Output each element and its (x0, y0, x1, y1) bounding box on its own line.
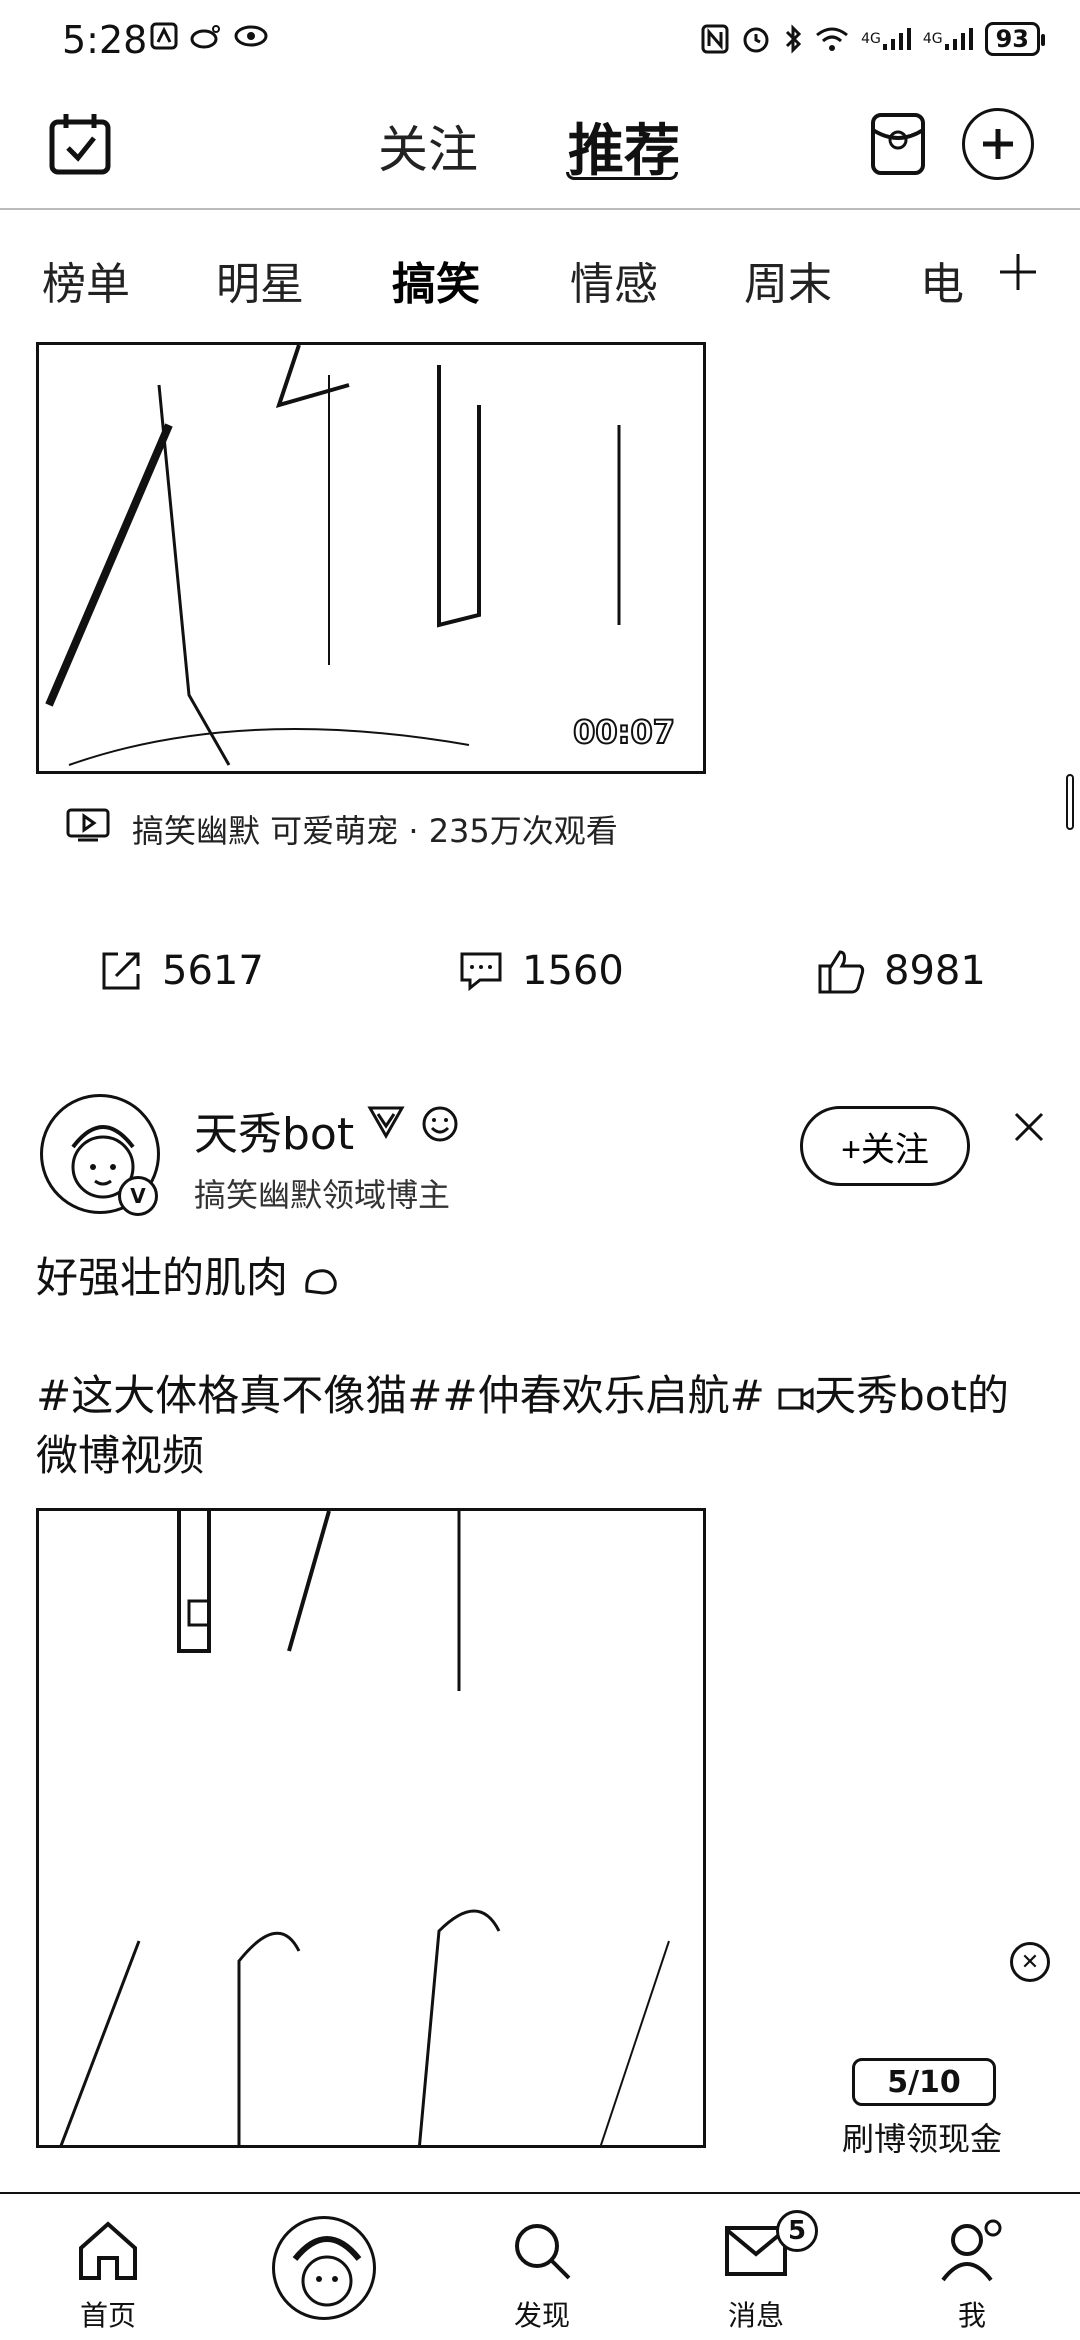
video-camera-icon (778, 1386, 814, 1411)
post-hashtags[interactable]: #这大体格真不像猫##仲春欢乐启航# (36, 1371, 778, 1420)
channel-strip: 榜单 明星 搞笑 情感 周末 电 (0, 240, 1080, 320)
nfc-icon (701, 24, 729, 54)
video-meta-row: 搞笑幽默 可爱萌宠 · 235万次观看 (66, 806, 618, 852)
user-badges (366, 1104, 460, 1144)
vip-badge-icon (367, 1106, 405, 1140)
active-tab-indicator (566, 172, 678, 180)
post-text: 好强壮的肌肉 (36, 1244, 341, 1305)
nav-discover-label: 发现 (513, 2299, 570, 2332)
reward-progress[interactable]: 5/10 (852, 2058, 996, 2106)
nav-discover[interactable]: 发现 (482, 2208, 602, 2334)
share-icon (102, 952, 140, 990)
video-player-2[interactable] (36, 1508, 706, 2148)
follow-button[interactable]: +关注 (800, 1106, 970, 1186)
like-count: 8981 (884, 948, 986, 994)
tab-follow[interactable]: 关注 (378, 110, 478, 182)
weibo-notification-icon (190, 23, 222, 49)
video-player-1[interactable]: 00:07 (36, 342, 706, 774)
channel-weekend[interactable]: 周末 (744, 248, 832, 312)
top-nav: 关注 推荐 (0, 90, 1080, 210)
post1-actions: 5617 1560 8981 (0, 940, 1080, 1010)
video-thumbnail-1 (45, 345, 621, 766)
cartoon-avatar-icon (292, 2236, 362, 2307)
reward-label[interactable]: 刷博领现金 (842, 2114, 1002, 2160)
signal-1-icon: 4G (861, 26, 911, 52)
search-icon (482, 2208, 602, 2294)
bluetooth-icon (783, 24, 803, 54)
scrollbar[interactable] (1066, 774, 1074, 830)
emoji-badge-icon (422, 1106, 458, 1142)
channel-emotion[interactable]: 情感 (570, 248, 658, 312)
share-button[interactable]: 5617 (98, 948, 264, 994)
channel-ranking[interactable]: 榜单 (42, 248, 130, 312)
comment-count: 1560 (522, 948, 624, 994)
user-description: 搞笑幽默领域博主 (194, 1176, 451, 1214)
wifi-icon (815, 25, 849, 53)
like-button[interactable]: 8981 (818, 948, 986, 994)
network-type-label: 4G (861, 31, 881, 47)
nav-messages-label: 消息 (727, 2299, 784, 2332)
video-thumbnail-2 (59, 1511, 670, 2145)
post-tags: #这大体格真不像猫##仲春欢乐启航# 天秀bot的微博视频 (36, 1366, 1036, 1486)
status-left-icons (150, 22, 268, 50)
video-play-icon (66, 808, 110, 850)
bottom-nav: 首页 发现 消息 5 我 (0, 2192, 1080, 2340)
calendar-icon[interactable] (46, 110, 114, 178)
close-icon[interactable] (1010, 1108, 1048, 1146)
nav-me[interactable]: 我 (912, 2208, 1032, 2334)
messages-badge: 5 (776, 2210, 818, 2252)
nav-me-label: 我 (957, 2299, 986, 2332)
video-duration: 00:07 (572, 712, 676, 752)
post-text-content: 好强壮的肌肉 (36, 1253, 289, 1302)
muscle-emoji-icon (305, 1268, 338, 1295)
reward-close-icon[interactable]: ✕ (1010, 1942, 1050, 1982)
video-meta-text: 搞笑幽默 可爱萌宠 · 235万次观看 (132, 812, 618, 850)
eye-icon (234, 24, 268, 48)
alarm-icon (741, 24, 771, 54)
thumbs-up-icon (818, 950, 865, 994)
channel-more[interactable]: 电 (920, 248, 964, 312)
channel-stars[interactable]: 明星 (216, 248, 304, 312)
app-notification-icon (150, 22, 178, 50)
home-icon (48, 2208, 168, 2294)
add-channel-icon[interactable] (996, 250, 1040, 294)
comment-button[interactable]: 1560 (458, 948, 624, 994)
nav-home-label: 首页 (79, 2299, 136, 2332)
verified-badge-icon: V (118, 1176, 158, 1216)
person-icon (912, 2208, 1032, 2294)
nav-video-avatar[interactable] (272, 2216, 376, 2320)
status-right-icons: 4G 4G 93 (701, 22, 1046, 56)
nav-home[interactable]: 首页 (48, 2208, 168, 2334)
user-name[interactable]: 天秀bot (194, 1098, 354, 1162)
battery-indicator: 93 (984, 22, 1046, 56)
add-post-icon[interactable] (962, 108, 1034, 180)
network-type-label-2: 4G (922, 31, 943, 47)
red-packet-icon[interactable] (870, 112, 926, 176)
share-count: 5617 (162, 948, 264, 994)
status-time: 5:28 (62, 18, 148, 62)
comment-icon (460, 952, 502, 992)
status-bar: 5:28 4G 4G 93 (0, 0, 1080, 84)
signal-2-icon: 4G (923, 26, 973, 52)
channel-funny[interactable]: 搞笑 (392, 248, 480, 312)
